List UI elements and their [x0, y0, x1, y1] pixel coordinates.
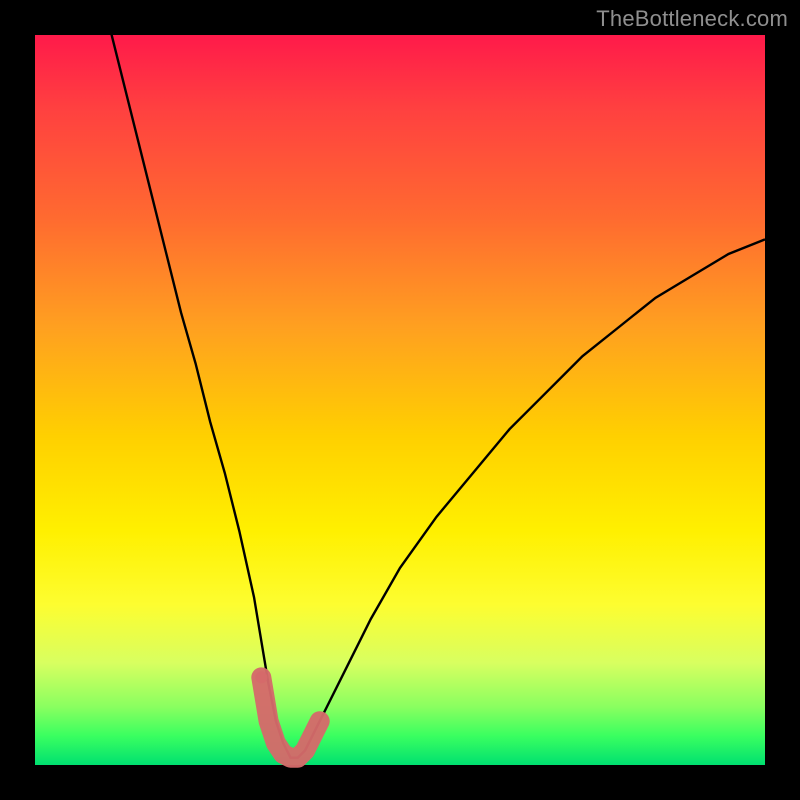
bottleneck-curve: [108, 20, 765, 757]
trough-highlight-dot: [255, 671, 267, 683]
trough-highlight: [255, 671, 319, 757]
chart-plot-area: [35, 35, 765, 765]
chart-outer-frame: TheBottleneck.com: [0, 0, 800, 800]
trough-highlight-stroke: [261, 677, 319, 757]
chart-svg-layer: [35, 35, 765, 765]
watermark-text: TheBottleneck.com: [596, 6, 788, 32]
